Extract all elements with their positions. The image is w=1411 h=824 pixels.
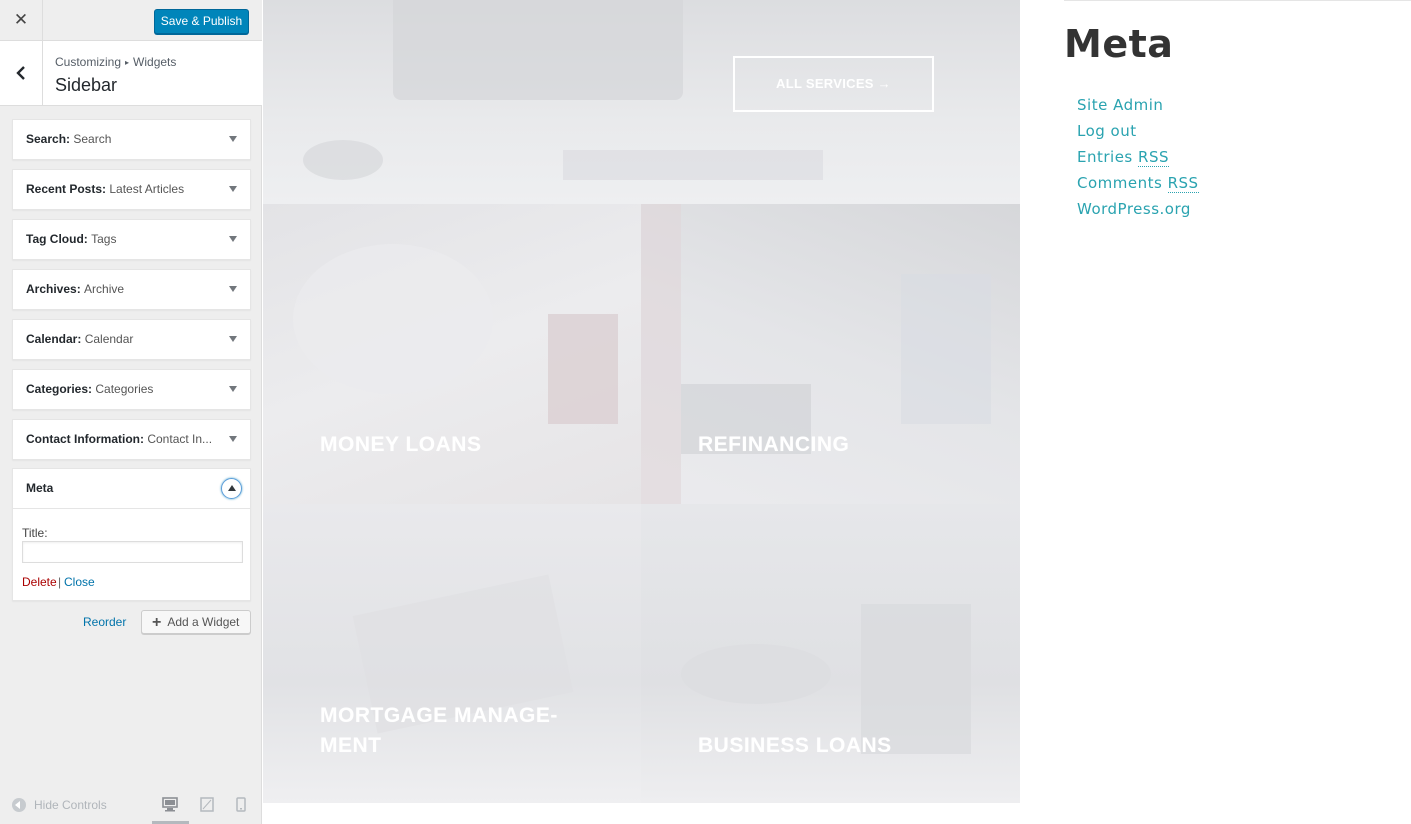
divider	[1064, 0, 1411, 1]
widget-type: Meta	[26, 481, 54, 495]
widget-archives[interactable]: Archives: Archive	[12, 269, 251, 310]
widget-contact-information[interactable]: Contact Information: Contact In...	[12, 419, 251, 460]
rss-abbr: RSS	[1167, 174, 1199, 193]
service-title-line: MORTGAGE MANAGE-	[320, 704, 558, 727]
link-separator: |	[58, 575, 62, 589]
reorder-link[interactable]: Reorder	[83, 615, 126, 629]
mobile-preview-icon[interactable]	[236, 797, 246, 812]
log-out-link[interactable]: Log out	[1077, 118, 1199, 144]
entries-rss-link[interactable]: Entries RSS	[1077, 144, 1199, 170]
close-customizer-button[interactable]: ✕	[0, 0, 43, 41]
widget-title: Latest Articles	[109, 182, 185, 196]
link-text: Comments	[1077, 174, 1163, 192]
service-title-money-loans: MONEY LOANS	[320, 433, 482, 456]
widget-type: Contact Information	[26, 432, 140, 446]
widget-type: Search	[26, 132, 67, 146]
widget-type: Recent Posts	[26, 182, 103, 196]
widget-search[interactable]: Search: Search	[12, 119, 251, 160]
caret-down-icon[interactable]	[229, 286, 237, 292]
title-input[interactable]	[22, 541, 243, 563]
add-widget-label: Add a Widget	[167, 615, 240, 629]
widget-title: Search	[73, 132, 112, 146]
caret-up-icon[interactable]	[221, 478, 242, 499]
caret-down-icon[interactable]	[229, 236, 237, 242]
caret-down-icon[interactable]	[229, 336, 237, 342]
delete-widget-link[interactable]: Delete	[22, 575, 57, 589]
meta-heading: Meta	[1064, 22, 1174, 66]
meta-links: Site Admin Log out Entries RSS Comments …	[1077, 92, 1199, 222]
widget-meta-form: Title: Delete | Close	[13, 508, 250, 600]
hide-controls-label: Hide Controls	[34, 798, 107, 812]
widget-type: Tag Cloud	[26, 232, 84, 246]
widget-header[interactable]: Contact Information: Contact In...	[13, 420, 250, 459]
customizer-footer: Hide Controls	[0, 788, 262, 824]
wordpress-org-link[interactable]: WordPress.org	[1077, 196, 1199, 222]
widget-header[interactable]: Recent Posts: Latest Articles	[13, 170, 250, 209]
hero-image: ALL SERVICES →	[263, 0, 1020, 204]
widget-calendar[interactable]: Calendar: Calendar	[12, 319, 251, 360]
caret-down-icon[interactable]	[229, 186, 237, 192]
customizer-topbar: ✕ Save & Publish	[0, 0, 262, 41]
widget-type: Calendar	[26, 332, 78, 346]
link-text: Entries	[1077, 148, 1133, 166]
breadcrumb: Customizing ▸ Widgets	[55, 55, 176, 69]
customizer-panel: ✕ Save & Publish Customizing ▸ Widgets Sid…	[0, 0, 262, 824]
save-publish-button[interactable]: Save & Publish	[154, 9, 249, 34]
breadcrumb-separator: ▸	[125, 58, 130, 67]
widget-tag-cloud[interactable]: Tag Cloud: Tags	[12, 219, 251, 260]
section-header: Customizing ▸ Widgets Sidebar	[0, 41, 262, 106]
chevron-left-icon	[16, 66, 25, 80]
breadcrumb-parent: Customizing	[55, 55, 122, 69]
service-title-refinancing: REFINANCING	[698, 433, 850, 456]
desktop-preview-icon[interactable]	[162, 797, 178, 812]
caret-down-icon[interactable]	[229, 136, 237, 142]
tablet-preview-icon[interactable]	[200, 797, 214, 812]
widget-recent-posts[interactable]: Recent Posts: Latest Articles	[12, 169, 251, 210]
widget-meta[interactable]: Meta Title: Delete | Close	[12, 468, 251, 601]
site-admin-link[interactable]: Site Admin	[1077, 92, 1199, 118]
caret-down-icon[interactable]	[229, 386, 237, 392]
widget-type: Categories	[26, 382, 89, 396]
comments-rss-link[interactable]: Comments RSS	[1077, 170, 1199, 196]
widget-header[interactable]: Categories: Categories	[13, 370, 250, 409]
collapse-icon	[12, 798, 26, 812]
service-title-line: MENT	[320, 734, 382, 757]
site-preview: ALL SERVICES → MONEY LOANS REFINANCING M…	[263, 0, 1020, 803]
widget-categories[interactable]: Categories: Categories	[12, 369, 251, 410]
widget-header[interactable]: Meta	[13, 469, 250, 508]
section-title: Sidebar	[55, 75, 118, 95]
add-widget-button[interactable]: + Add a Widget	[141, 610, 251, 634]
plus-icon: +	[152, 614, 162, 631]
all-services-button[interactable]: ALL SERVICES →	[733, 56, 934, 112]
close-widget-link[interactable]: Close	[64, 575, 95, 589]
service-title-business-loans: BUSINESS LOANS	[698, 734, 892, 757]
back-button[interactable]	[0, 41, 43, 105]
widget-header[interactable]: Tag Cloud: Tags	[13, 220, 250, 259]
rss-abbr: RSS	[1138, 148, 1169, 167]
title-label: Title:	[22, 526, 48, 540]
hide-controls-button[interactable]: Hide Controls	[12, 798, 107, 812]
widget-title: Categories	[95, 382, 154, 396]
widget-header[interactable]: Archives: Archive	[13, 270, 250, 309]
widget-type: Archives	[26, 282, 77, 296]
breadcrumb-child: Widgets	[133, 55, 177, 69]
widget-title: Contact In...	[147, 432, 213, 446]
caret-down-icon[interactable]	[229, 436, 237, 442]
widget-header[interactable]: Search: Search	[13, 120, 250, 159]
widget-title: Tags	[91, 232, 117, 246]
widget-title: Calendar	[84, 332, 134, 346]
service-title-mortgage-management: MORTGAGE MANAGE- MENT	[320, 701, 620, 761]
widget-title: Archive	[84, 282, 125, 296]
widget-header[interactable]: Calendar: Calendar	[13, 320, 250, 359]
